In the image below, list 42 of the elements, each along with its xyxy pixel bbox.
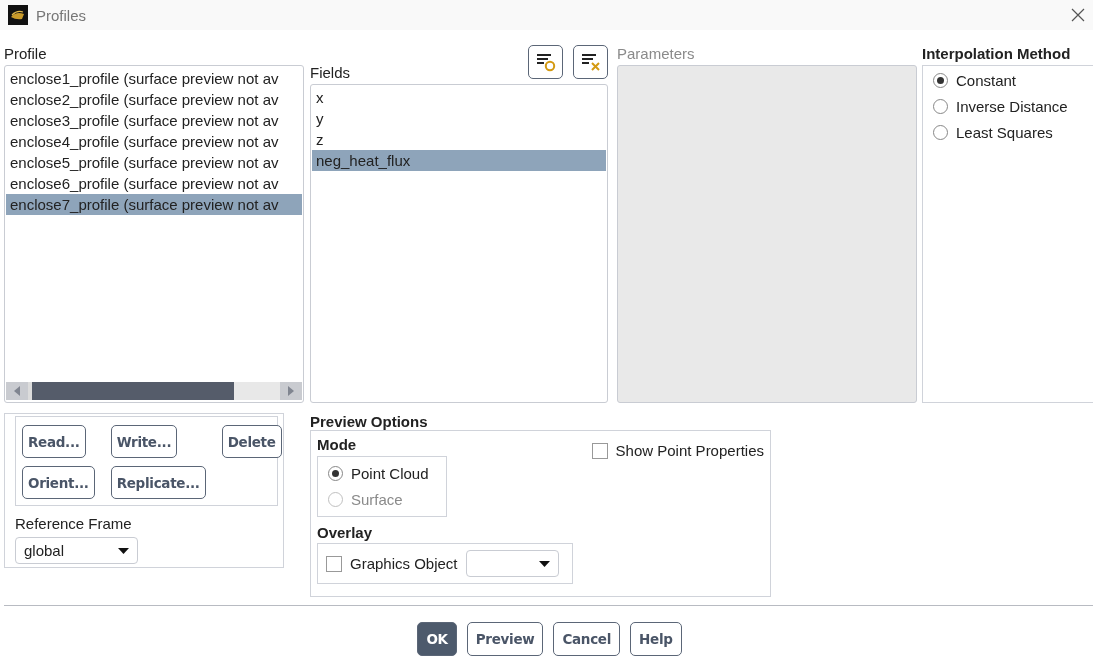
reference-frame-label: Reference Frame	[15, 515, 132, 532]
mode-radio[interactable]: Point Cloud	[328, 463, 436, 484]
caret-icon	[118, 547, 129, 554]
fields-list-item[interactable]: y	[312, 108, 606, 129]
dialog-button[interactable]: Cancel	[553, 622, 621, 656]
fields-label: Fields	[310, 64, 350, 81]
action-button[interactable]: Delete	[221, 425, 282, 458]
interpolation-method-label: Interpolation Method	[922, 45, 1071, 62]
profile-list-item[interactable]: enclose7_profile (surface preview not av	[6, 194, 302, 215]
mode-label: Mode	[317, 436, 358, 453]
dialog-button[interactable]: Help	[630, 622, 682, 656]
app-logo-icon	[8, 5, 28, 25]
graphics-object-checkbox[interactable]: Graphics Object	[326, 553, 458, 574]
dialog-button[interactable]: Preview	[466, 622, 544, 656]
overlay-label: Overlay	[317, 524, 373, 541]
reference-frame-dropdown[interactable]: global	[15, 537, 138, 564]
close-icon[interactable]	[1071, 8, 1085, 22]
scrollbar-drawing[interactable]	[6, 382, 302, 400]
fields-list-item[interactable]: z	[312, 129, 606, 150]
action-button[interactable]: Write...	[110, 425, 178, 458]
parameters-label: Parameters	[617, 45, 695, 62]
interpolation-radio[interactable]: Least Squares	[933, 122, 1083, 143]
action-button[interactable]: Replicate...	[110, 466, 206, 499]
profile-list-item[interactable]: enclose5_profile (surface preview not av	[6, 152, 302, 173]
fields-list-item[interactable]: neg_heat_flux	[312, 150, 606, 171]
fields-list-item[interactable]: x	[312, 87, 606, 108]
dialog-button[interactable]: OK	[417, 622, 457, 656]
caret-icon	[538, 560, 550, 567]
profile-label: Profile	[4, 45, 47, 62]
profile-list-item[interactable]: enclose2_profile (surface preview not av	[6, 89, 302, 110]
profile-list-item[interactable]: enclose6_profile (surface preview not av	[6, 173, 302, 194]
interpolation-radio[interactable]: Inverse Distance	[933, 96, 1083, 117]
window-title: Profiles	[36, 6, 88, 24]
action-button[interactable]: Read...	[22, 425, 86, 458]
profile-list-item[interactable]: enclose3_profile (surface preview not av	[6, 110, 302, 131]
action-button[interactable]: Orient...	[22, 466, 95, 499]
interpolation-radio[interactable]: Constant	[933, 70, 1083, 91]
profile-list-item[interactable]: enclose1_profile (surface preview not av	[6, 68, 302, 89]
list-x-icon[interactable]	[573, 45, 608, 79]
profile-list-item[interactable]: enclose4_profile (surface preview not av	[6, 131, 302, 152]
show-point-properties-checkbox[interactable]: Show Point Properties	[591, 440, 764, 461]
preview-options-label: Preview Options	[310, 413, 428, 430]
